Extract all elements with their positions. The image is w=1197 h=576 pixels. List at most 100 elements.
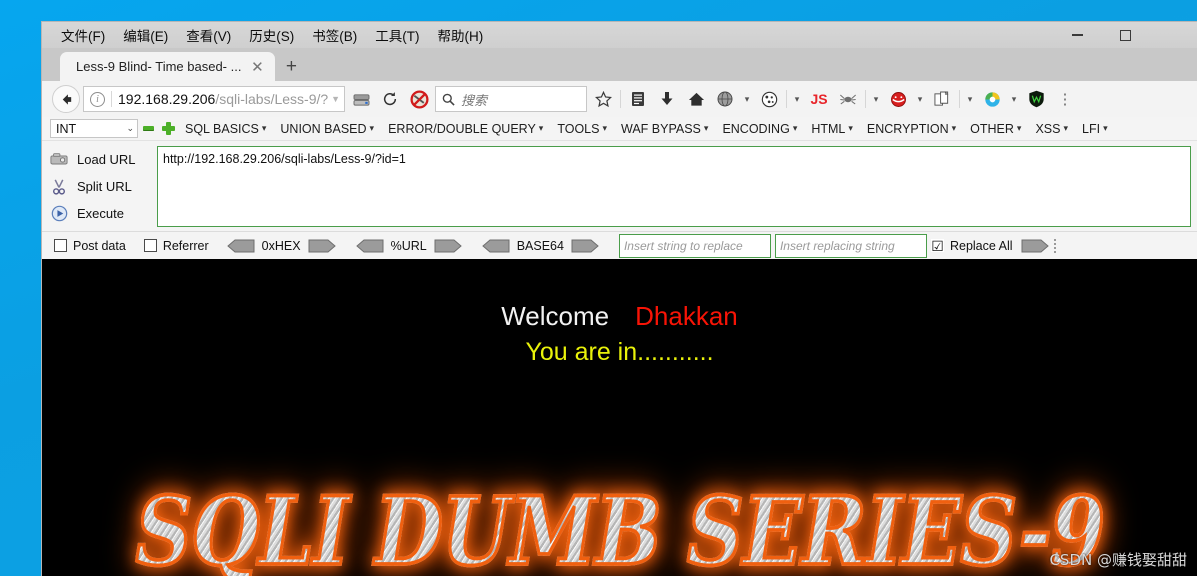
tab-strip: Less-9 Blind- Time based- ... ✕ + bbox=[42, 48, 1197, 81]
cookie-icon[interactable] bbox=[756, 85, 782, 113]
hackbar-body: Load URL Split URL Execute http://192.16… bbox=[42, 141, 1197, 231]
hackbar-dropdown-caret-icon[interactable]: ▾ bbox=[914, 94, 926, 105]
hackbar-menu-sql-basics[interactable]: SQL BASICS ▾ bbox=[178, 122, 273, 136]
hackbar-url-textarea[interactable] bbox=[157, 146, 1191, 227]
base64-label: BASE64 bbox=[516, 238, 564, 253]
home-icon[interactable] bbox=[683, 85, 709, 113]
base64-encode-button[interactable] bbox=[571, 239, 599, 253]
menu-view[interactable]: 查看(V) bbox=[177, 23, 240, 48]
base64-decode-button[interactable] bbox=[481, 239, 510, 253]
search-bar[interactable]: 搜索 bbox=[435, 86, 587, 112]
caret-icon: ▾ bbox=[538, 123, 544, 133]
url-bar[interactable]: i 192.168.29.206/sqli-labs/Less-9/? ▼ bbox=[83, 86, 345, 112]
menu-history[interactable]: 历史(S) bbox=[240, 23, 303, 48]
downloads-icon[interactable] bbox=[654, 85, 680, 113]
menu-bookmarks[interactable]: 书签(B) bbox=[303, 23, 366, 48]
hackbar-menu-html[interactable]: HTML ▾ bbox=[804, 122, 860, 136]
spider-icon[interactable] bbox=[835, 85, 861, 113]
caret-icon: ▾ bbox=[602, 123, 608, 133]
url-dropdown-caret-icon[interactable]: ▼ bbox=[331, 94, 340, 104]
hex-decode-button[interactable] bbox=[226, 239, 255, 253]
bookmark-star-icon[interactable] bbox=[590, 85, 616, 113]
browser-globe-dropdown-caret-icon[interactable]: ▾ bbox=[1008, 94, 1020, 105]
navigation-toolbar: i 192.168.29.206/sqli-labs/Less-9/? ▼ 搜索… bbox=[42, 81, 1197, 117]
page-content: Welcome Dhakkan You are in........... SQL… bbox=[42, 259, 1197, 576]
referrer-checkbox[interactable]: Referrer bbox=[143, 239, 209, 253]
reload-icon[interactable] bbox=[377, 85, 403, 113]
hex-label: 0xHEX bbox=[261, 238, 301, 253]
hex-encode-button[interactable] bbox=[308, 239, 336, 253]
back-icon[interactable] bbox=[52, 85, 80, 113]
menu-file[interactable]: 文件(F) bbox=[52, 23, 114, 48]
spider-glyph bbox=[840, 94, 856, 104]
page-copy-icon[interactable] bbox=[929, 85, 955, 113]
execute-label: Execute bbox=[77, 206, 124, 221]
overflow-menu-icon[interactable]: ⋮ bbox=[1052, 85, 1078, 113]
hackbar-menu-other[interactable]: OTHER ▾ bbox=[963, 122, 1028, 136]
browser-window: 文件(F) 编辑(E) 查看(V) 历史(S) 书签(B) 工具(T) 帮助(H… bbox=[42, 22, 1197, 576]
arrow-left-icon bbox=[226, 239, 255, 252]
hackbar-overflow-icon[interactable] bbox=[1051, 238, 1059, 253]
noscript-icon[interactable] bbox=[406, 85, 432, 113]
browser-globe-glyph bbox=[984, 91, 1000, 107]
star-glyph bbox=[594, 90, 612, 107]
page-dropdown-caret-icon[interactable]: ▾ bbox=[964, 94, 976, 105]
hackbar-menu-waf-bypass[interactable]: WAF BYPASS ▾ bbox=[614, 122, 715, 136]
split-url-action[interactable]: Split URL bbox=[48, 173, 157, 200]
post-data-checkbox[interactable]: Post data bbox=[54, 239, 126, 253]
url-encode-button[interactable] bbox=[434, 239, 462, 253]
hackbar-menu-xss[interactable]: XSS ▾ bbox=[1028, 122, 1075, 136]
hackbar-menu-lfi[interactable]: LFI ▾ bbox=[1075, 122, 1115, 136]
load-url-action[interactable]: Load URL bbox=[48, 146, 157, 173]
encoder-hex-group: 0xHEX bbox=[226, 238, 336, 253]
browser-globe-icon[interactable] bbox=[979, 85, 1005, 113]
replace-find-input[interactable]: Insert string to replace bbox=[618, 233, 771, 258]
menu-bar: 文件(F) 编辑(E) 查看(V) 历史(S) 书签(B) 工具(T) 帮助(H… bbox=[42, 22, 1197, 48]
server-icon[interactable] bbox=[348, 85, 374, 113]
caret-icon: ▾ bbox=[703, 123, 709, 133]
site-info-icon[interactable]: i bbox=[90, 91, 105, 107]
cookie-dropdown-caret-icon[interactable]: ▾ bbox=[791, 94, 803, 105]
maximize-button[interactable] bbox=[1101, 22, 1149, 48]
hackbar-increment-button[interactable] bbox=[158, 122, 178, 135]
wappalyzer-shield-icon[interactable] bbox=[1023, 85, 1049, 113]
hackbar-type-select[interactable]: INT ⌄ bbox=[50, 119, 138, 138]
replace-all-checkbox[interactable]: ☑ Replace All bbox=[930, 239, 1013, 253]
encoder-url-group: %URL bbox=[355, 238, 462, 253]
menu-help[interactable]: 帮助(H) bbox=[429, 23, 493, 48]
replace-with-input[interactable]: Insert replacing string bbox=[774, 233, 927, 258]
tab-active[interactable]: Less-9 Blind- Time based- ... ✕ bbox=[60, 52, 276, 81]
hackbar-decrement-button[interactable] bbox=[138, 126, 158, 131]
javascript-icon[interactable]: JS bbox=[806, 85, 832, 113]
hackbar-menu-tools[interactable]: TOOLS ▾ bbox=[550, 122, 614, 136]
close-button[interactable] bbox=[1149, 22, 1197, 48]
tab-close-icon[interactable]: ✕ bbox=[247, 57, 267, 77]
post-data-checkbox-box bbox=[54, 239, 67, 252]
hackbar-menu-encryption[interactable]: ENCRYPTION ▾ bbox=[860, 122, 963, 136]
menu-tools[interactable]: 工具(T) bbox=[366, 23, 428, 48]
url-decode-button[interactable] bbox=[355, 239, 384, 253]
hackbar-icon[interactable] bbox=[885, 85, 911, 113]
label: TOOLS bbox=[557, 121, 600, 136]
hackbar-menu-error-double-query[interactable]: ERROR/DOUBLE QUERY ▾ bbox=[381, 122, 550, 136]
reader-view-icon[interactable] bbox=[625, 85, 651, 113]
url-encode-label: %URL bbox=[390, 238, 427, 253]
split-url-label: Split URL bbox=[77, 179, 132, 194]
minimize-button[interactable] bbox=[1053, 22, 1101, 48]
arrow-left-icon bbox=[355, 239, 384, 252]
load-url-label: Load URL bbox=[77, 152, 136, 167]
replace-apply-button[interactable] bbox=[1021, 239, 1049, 253]
url-path: /sqli-labs/Less-9/? bbox=[215, 91, 329, 107]
hackbar-menu-union-based[interactable]: UNION BASED ▾ bbox=[273, 122, 381, 136]
globe-dropdown-caret-icon[interactable]: ▾ bbox=[741, 94, 753, 105]
menu-edit[interactable]: 编辑(E) bbox=[114, 23, 177, 48]
search-icon bbox=[442, 93, 455, 106]
execute-action[interactable]: Execute bbox=[48, 200, 157, 227]
chevron-down-icon: ⌄ bbox=[126, 123, 134, 133]
globe-icon[interactable] bbox=[712, 85, 738, 113]
scissors-glyph bbox=[53, 179, 65, 195]
spider-dropdown-caret-icon[interactable]: ▾ bbox=[870, 94, 882, 105]
hackbar-menu-encoding[interactable]: ENCODING ▾ bbox=[715, 122, 804, 136]
new-tab-icon[interactable]: + bbox=[275, 52, 307, 81]
arrow-right-icon bbox=[434, 239, 462, 252]
